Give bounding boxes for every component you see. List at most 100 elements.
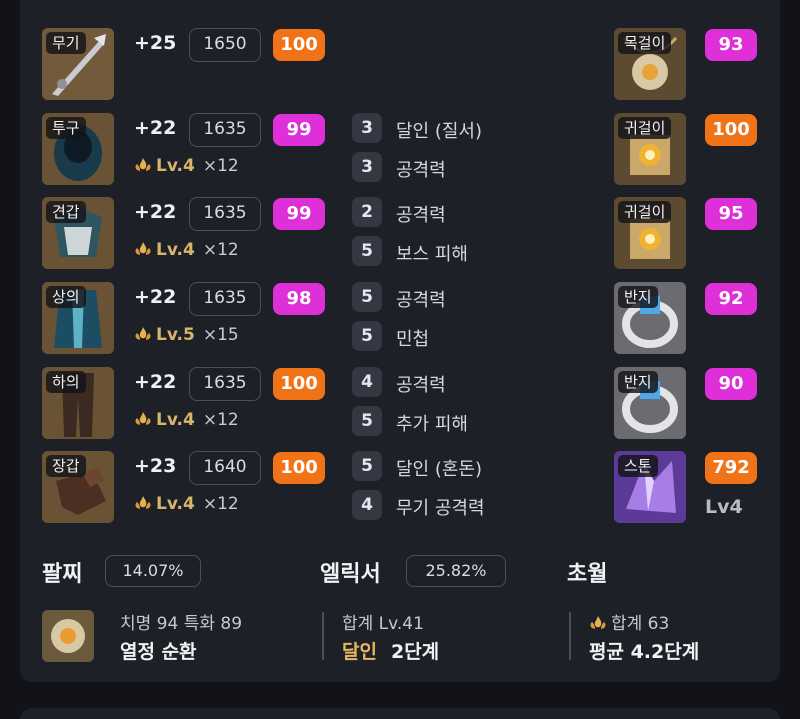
honing-level: Lv.5 — [156, 325, 195, 345]
slot-label: 상의 — [46, 286, 86, 308]
flame-icon — [135, 242, 151, 255]
honing-count: ×15 — [202, 325, 239, 345]
engraving-name: 공격력 — [396, 160, 446, 181]
divider — [322, 612, 324, 660]
slot-label: 하의 — [46, 371, 86, 393]
engraving-name: 공격력 — [396, 290, 446, 311]
engraving-name: 달인 (혼돈) — [396, 459, 483, 480]
helmet-thumb[interactable]: 투구 — [42, 113, 114, 185]
quality-badge: 90 — [705, 368, 757, 400]
shoulder-thumb[interactable]: 견갑 — [42, 197, 114, 269]
engraving-level: 5 — [352, 451, 382, 481]
elixir-title: 엘릭서 — [320, 562, 381, 587]
ability-stone-thumb[interactable]: 스톤 — [614, 451, 686, 523]
bracelet-stats: 치명 94 특화 89 — [120, 614, 243, 634]
advanced-honing: Lv.4 ×12 — [134, 156, 239, 176]
item-level: 1635 — [189, 282, 261, 316]
slot-label: 스톤 — [618, 455, 658, 477]
enhance-level: +22 — [134, 201, 177, 223]
quality-badge: 95 — [705, 198, 757, 230]
item-level: 1635 — [189, 113, 261, 147]
engraving-level: 5 — [352, 282, 382, 312]
pants-thumb[interactable]: 하의 — [42, 367, 114, 439]
enhance-level: +22 — [134, 371, 177, 393]
flame-icon — [135, 496, 151, 509]
ring-2-thumb[interactable]: 반지 — [614, 367, 686, 439]
ring-1-thumb[interactable]: 반지 — [614, 282, 686, 354]
engraving-name: 추가 피해 — [396, 414, 468, 435]
slot-label: 귀걸이 — [618, 117, 672, 139]
advanced-honing: Lv.5 ×15 — [134, 325, 239, 345]
quality-badge: 98 — [273, 283, 325, 315]
engraving-level: 4 — [352, 367, 382, 397]
honing-level: Lv.4 — [156, 240, 195, 260]
quality-badge: 92 — [705, 283, 757, 315]
slot-label: 귀걸이 — [618, 201, 672, 223]
earring-2-thumb[interactable]: 귀걸이 — [614, 197, 686, 269]
engraving-level: 3 — [352, 152, 382, 182]
item-level: 1640 — [189, 451, 261, 485]
weapon-thumb[interactable]: 무기 — [42, 28, 114, 100]
advanced-honing: Lv.4 ×12 — [134, 240, 239, 260]
transcend-average: 평균 4.2단계 — [589, 641, 700, 663]
engraving-level: 3 — [352, 113, 382, 143]
flame-icon — [135, 327, 151, 340]
honing-count: ×12 — [202, 494, 239, 514]
elixir-percent: 25.82% — [406, 555, 506, 587]
bracelet-thumb[interactable] — [42, 610, 94, 662]
enhance-level: +22 — [134, 117, 177, 139]
gloves-thumb[interactable]: 장갑 — [42, 451, 114, 523]
divider — [569, 612, 571, 660]
quality-badge: 100 — [273, 452, 325, 484]
elixir-effect-stage: 2단계 — [390, 641, 440, 663]
next-card — [20, 708, 780, 719]
honing-count: ×12 — [202, 156, 239, 176]
stone-level: Lv4 — [705, 496, 743, 518]
flame-icon — [135, 158, 151, 171]
bracelet-percent: 14.07% — [105, 555, 201, 587]
engraving-name: 공격력 — [396, 375, 446, 396]
flame-icon — [590, 616, 606, 629]
item-level: 1635 — [189, 367, 261, 401]
stone-value-badge: 792 — [705, 452, 757, 484]
flame-icon — [135, 412, 151, 425]
advanced-honing: Lv.4 ×12 — [134, 410, 239, 430]
quality-badge: 100 — [273, 29, 325, 61]
quality-badge: 99 — [273, 114, 325, 146]
slot-label: 반지 — [618, 286, 658, 308]
bracelet-effects: 열정 순환 — [120, 641, 197, 663]
bracelet-title: 팔찌 — [42, 562, 83, 587]
quality-badge: 93 — [705, 29, 757, 61]
enhance-level: +25 — [134, 32, 177, 54]
elixir-effect-name: 달인 — [342, 641, 377, 663]
chest-thumb[interactable]: 상의 — [42, 282, 114, 354]
transcend-total-wrap: 합계 63 — [589, 609, 669, 634]
slot-label: 장갑 — [46, 455, 86, 477]
honing-level: Lv.4 — [156, 494, 195, 514]
slot-label: 반지 — [618, 371, 658, 393]
necklace-thumb[interactable]: 목걸이 — [614, 28, 686, 100]
quality-badge: 100 — [273, 368, 325, 400]
honing-level: Lv.4 — [156, 156, 195, 176]
quality-badge: 100 — [705, 114, 757, 146]
slot-label: 투구 — [46, 117, 86, 139]
honing-level: Lv.4 — [156, 410, 195, 430]
engraving-name: 보스 피해 — [396, 244, 468, 265]
engraving-name: 무기 공격력 — [396, 498, 485, 519]
enhance-level: +22 — [134, 286, 177, 308]
engraving-name: 민첩 — [396, 329, 430, 350]
engraving-level: 5 — [352, 236, 382, 266]
slot-label: 목걸이 — [618, 32, 672, 54]
engraving-level: 2 — [352, 197, 382, 227]
quality-badge: 99 — [273, 198, 325, 230]
earring-1-thumb[interactable]: 귀걸이 — [614, 113, 686, 185]
honing-count: ×12 — [202, 410, 239, 430]
elixir-effect: 달인 2단계 — [342, 637, 439, 664]
slot-label: 무기 — [46, 32, 86, 54]
advanced-honing: Lv.4 ×12 — [134, 494, 239, 514]
engraving-level: 5 — [352, 321, 382, 351]
honing-count: ×12 — [202, 240, 239, 260]
item-level: 1650 — [189, 28, 261, 62]
engraving-level: 4 — [352, 490, 382, 520]
transcend-total: 합계 63 — [611, 614, 670, 634]
